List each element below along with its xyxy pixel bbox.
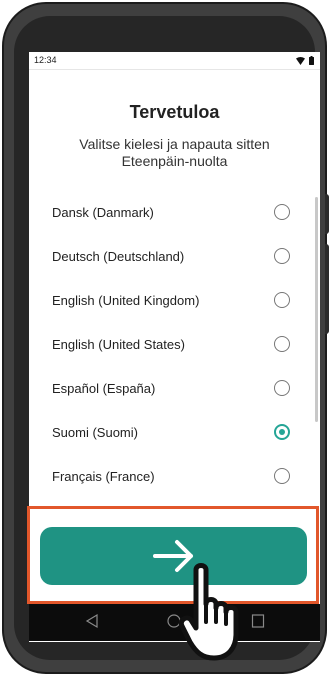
language-label: Deutsch (Deutschland) <box>52 248 185 264</box>
language-radio[interactable] <box>274 292 290 308</box>
language-label: English (United Kingdom) <box>52 292 200 308</box>
welcome-subtitle: Valitse kielesi ja napauta sitten Eteenp… <box>79 136 270 169</box>
language-item-francais[interactable]: Français (France) <box>29 454 320 498</box>
welcome-title: Tervetuloa <box>129 102 220 122</box>
language-label: Suomi (Suomi) <box>52 424 138 440</box>
pointer-hand-icon <box>178 563 239 661</box>
status-time: 12:34 <box>34 55 57 65</box>
language-item-espanol[interactable]: Español (España) <box>29 366 320 410</box>
language-item-english-us[interactable]: English (United States) <box>29 322 320 366</box>
language-item-english-uk[interactable]: English (United Kingdom) <box>29 278 320 322</box>
power-button <box>325 244 329 334</box>
language-radio[interactable] <box>274 204 290 220</box>
battery-icon <box>309 56 314 65</box>
language-radio[interactable] <box>274 468 290 484</box>
volume-button <box>325 194 329 234</box>
back-icon[interactable] <box>85 613 99 629</box>
language-label: English (United States) <box>52 336 185 352</box>
language-radio-selected[interactable] <box>274 424 290 440</box>
language-radio[interactable] <box>274 336 290 352</box>
status-icons <box>296 56 314 65</box>
language-radio[interactable] <box>274 248 290 264</box>
language-label: Español (España) <box>52 380 156 396</box>
list-scrollbar[interactable] <box>315 197 318 422</box>
language-item-dansk[interactable]: Dansk (Danmark) <box>29 190 320 234</box>
language-item-deutsch[interactable]: Deutsch (Deutschland) <box>29 234 320 278</box>
navigation-bar <box>29 604 320 641</box>
language-item-suomi[interactable]: Suomi (Suomi) <box>29 410 320 454</box>
language-label: Dansk (Danmark) <box>52 204 154 220</box>
language-label: Français (France) <box>52 468 155 484</box>
wifi-icon <box>296 56 305 65</box>
next-button[interactable] <box>40 527 307 585</box>
language-radio[interactable] <box>274 380 290 396</box>
status-bar: 12:34 <box>29 52 320 70</box>
language-list: Dansk (Danmark) Deutsch (Deutschland) En… <box>29 190 320 498</box>
